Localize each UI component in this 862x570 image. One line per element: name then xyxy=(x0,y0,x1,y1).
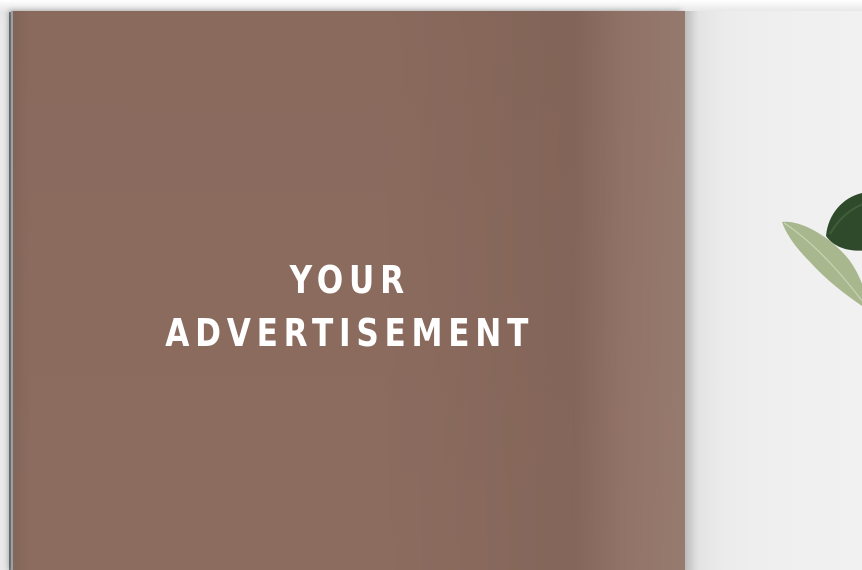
headline-line-1: YOUR xyxy=(289,258,410,302)
dark-leaf-shape xyxy=(826,193,862,251)
headline-line-2: ADVERTISEMENT xyxy=(165,311,535,355)
advertisement-page: YOUR ADVERTISEMENT xyxy=(13,11,685,570)
magazine-spread: YOUR ADVERTISEMENT xyxy=(0,0,862,570)
advertisement-headline: YOUR ADVERTISEMENT xyxy=(74,254,625,360)
page-gutter-shadow xyxy=(685,11,699,570)
plant-leaf-icon xyxy=(782,193,862,306)
